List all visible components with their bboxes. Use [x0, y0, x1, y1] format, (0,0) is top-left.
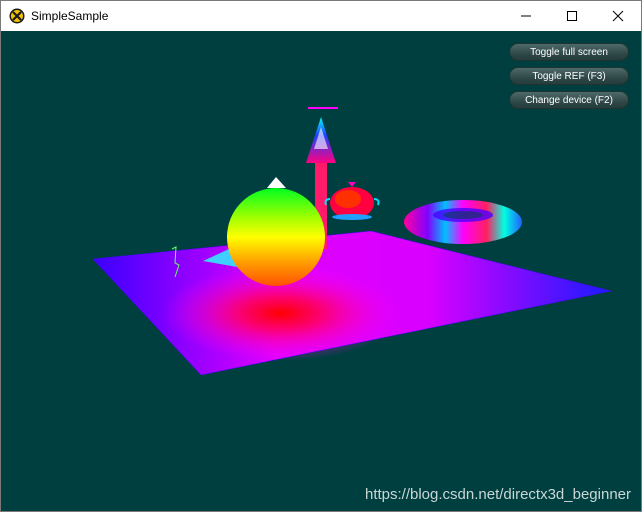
maximize-button[interactable] [549, 1, 595, 31]
change-device-button[interactable]: Change device (F2) [509, 91, 629, 109]
minimize-button[interactable] [503, 1, 549, 31]
toggle-fullscreen-button[interactable]: Toggle full screen [509, 43, 629, 61]
ground-plane [92, 230, 612, 376]
minimize-icon [521, 15, 531, 17]
directx-logo-icon [9, 8, 25, 24]
render-viewport[interactable]: Toggle full screen Toggle REF (F3) Chang… [1, 31, 641, 511]
white-cone [267, 177, 286, 188]
maximize-icon [567, 11, 577, 21]
app-window: SimpleSample Toggle full screen Toggle R… [0, 0, 642, 512]
teapot-object [324, 182, 380, 220]
close-icon [612, 10, 624, 22]
close-button[interactable] [595, 1, 641, 31]
watermark-text: https://blog.csdn.net/directx3d_beginner [364, 486, 631, 503]
toggle-ref-button[interactable]: Toggle REF (F3) [509, 67, 629, 85]
torus-object [404, 200, 522, 244]
window-controls [503, 1, 641, 31]
window-title: SimpleSample [31, 9, 109, 23]
title-bar[interactable]: SimpleSample [1, 1, 641, 31]
sphere-object [227, 188, 325, 286]
